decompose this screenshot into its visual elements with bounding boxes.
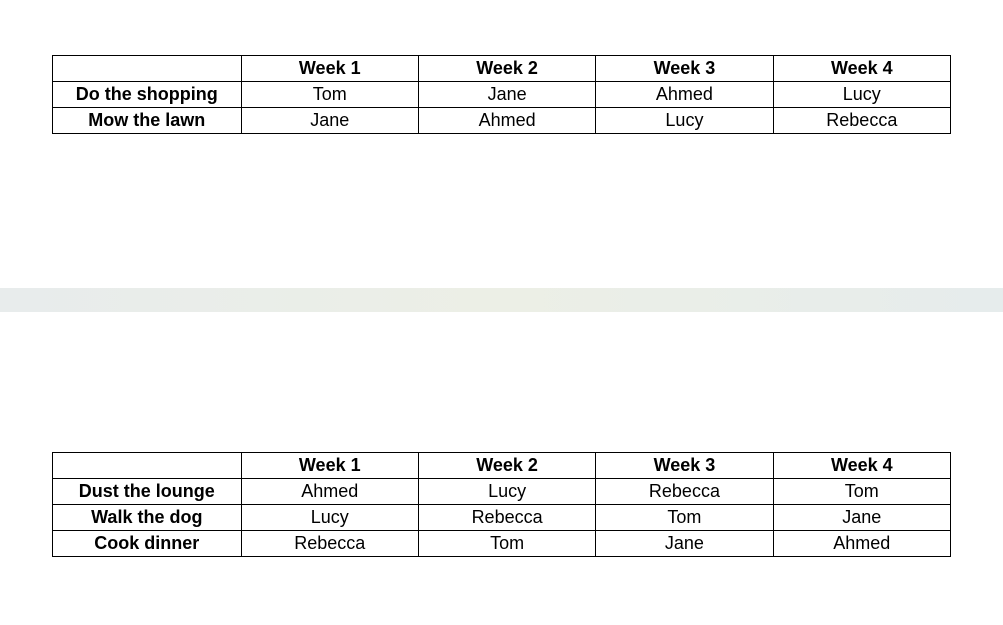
header-week3: Week 3 xyxy=(596,453,773,479)
cell: Ahmed xyxy=(418,108,595,134)
cell: Rebecca xyxy=(418,505,595,531)
table-row: Do the shopping Tom Jane Ahmed Lucy xyxy=(53,82,951,108)
header-blank xyxy=(53,453,242,479)
header-blank xyxy=(53,56,242,82)
task-name: Walk the dog xyxy=(53,505,242,531)
table-row: Walk the dog Lucy Rebecca Tom Jane xyxy=(53,505,951,531)
cell: Jane xyxy=(418,82,595,108)
header-week3: Week 3 xyxy=(596,56,773,82)
cell: Lucy xyxy=(596,108,773,134)
task-name: Cook dinner xyxy=(53,531,242,557)
task-name: Mow the lawn xyxy=(53,108,242,134)
task-name: Dust the lounge xyxy=(53,479,242,505)
cell: Jane xyxy=(596,531,773,557)
task-name: Do the shopping xyxy=(53,82,242,108)
chore-table-1: Week 1 Week 2 Week 3 Week 4 Do the shopp… xyxy=(52,55,951,134)
page-top: Week 1 Week 2 Week 3 Week 4 Do the shopp… xyxy=(0,0,1003,134)
header-week2: Week 2 xyxy=(418,453,595,479)
cell: Lucy xyxy=(773,82,950,108)
table-row: Dust the lounge Ahmed Lucy Rebecca Tom xyxy=(53,479,951,505)
page-bottom: Week 1 Week 2 Week 3 Week 4 Dust the lou… xyxy=(0,452,1003,557)
cell: Tom xyxy=(241,82,418,108)
cell: Rebecca xyxy=(773,108,950,134)
page-break-divider xyxy=(0,288,1003,312)
cell: Rebecca xyxy=(596,479,773,505)
chore-table-2: Week 1 Week 2 Week 3 Week 4 Dust the lou… xyxy=(52,452,951,557)
table-header-row: Week 1 Week 2 Week 3 Week 4 xyxy=(53,453,951,479)
cell: Ahmed xyxy=(241,479,418,505)
header-week1: Week 1 xyxy=(241,56,418,82)
table-header-row: Week 1 Week 2 Week 3 Week 4 xyxy=(53,56,951,82)
cell: Ahmed xyxy=(773,531,950,557)
cell: Lucy xyxy=(241,505,418,531)
header-week1: Week 1 xyxy=(241,453,418,479)
table-row: Cook dinner Rebecca Tom Jane Ahmed xyxy=(53,531,951,557)
header-week2: Week 2 xyxy=(418,56,595,82)
cell: Lucy xyxy=(418,479,595,505)
cell: Jane xyxy=(773,505,950,531)
cell: Jane xyxy=(241,108,418,134)
cell: Ahmed xyxy=(596,82,773,108)
cell: Tom xyxy=(773,479,950,505)
cell: Tom xyxy=(596,505,773,531)
cell: Tom xyxy=(418,531,595,557)
header-week4: Week 4 xyxy=(773,56,950,82)
header-week4: Week 4 xyxy=(773,453,950,479)
table-row: Mow the lawn Jane Ahmed Lucy Rebecca xyxy=(53,108,951,134)
cell: Rebecca xyxy=(241,531,418,557)
